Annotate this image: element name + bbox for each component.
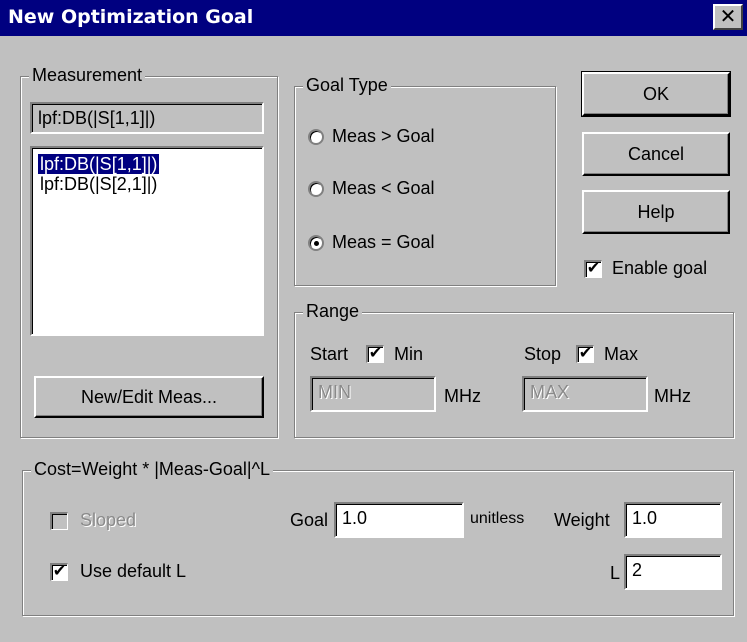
radio-meas-lt-goal-label: Meas < Goal <box>332 178 435 198</box>
help-label: Help <box>637 201 675 222</box>
radio-selected-dot <box>314 241 319 246</box>
sloped-label: Sloped <box>80 510 137 530</box>
cost-legend: Cost=Weight * |Meas-Goal|^L <box>31 459 274 480</box>
ok-label: OK <box>642 83 669 104</box>
max-checkbox[interactable]: ✔ <box>576 345 594 363</box>
cost-group: Cost=Weight * |Meas-Goal|^L <box>22 459 734 616</box>
list-item[interactable]: lpf:DB(|S[1,1]|) <box>36 153 161 175</box>
start-input[interactable]: MIN <box>310 376 436 412</box>
stop-input-value: MAX <box>530 382 570 402</box>
max-label: Max <box>604 344 639 364</box>
goal-label: Goal <box>290 510 329 530</box>
stop-input[interactable]: MAX <box>522 376 648 412</box>
current-measurement-text: lpf:DB(|S[1,1]|) <box>38 108 156 128</box>
start-unit-label: MHz <box>444 386 481 406</box>
close-button[interactable]: ✕ <box>713 4 743 30</box>
enable-goal-label: Enable goal <box>612 258 708 278</box>
goal-input-value: 1.0 <box>342 508 368 528</box>
title-bar: New Optimization Goal ✕ <box>0 0 747 36</box>
radio-meas-gt-goal-label: Meas > Goal <box>332 126 435 146</box>
radio-meas-eq-goal[interactable] <box>308 235 324 251</box>
goal-input[interactable]: 1.0 <box>334 502 464 538</box>
cancel-label: Cancel <box>627 143 685 164</box>
new-edit-meas-label: New/Edit Meas... <box>80 386 218 407</box>
enable-goal-checkbox[interactable]: ✔ <box>584 260 602 278</box>
current-measurement-field: lpf:DB(|S[1,1]|) <box>30 102 264 134</box>
weight-input[interactable]: 1.0 <box>624 502 722 538</box>
radio-meas-gt-goal[interactable] <box>308 129 324 145</box>
weight-label: Weight <box>554 510 610 530</box>
min-checkbox[interactable]: ✔ <box>366 345 384 363</box>
list-item[interactable]: lpf:DB(|S[2,1]|) <box>38 174 159 194</box>
start-input-value: MIN <box>318 382 351 402</box>
measurement-listbox[interactable]: lpf:DB(|S[1,1]|) lpf:DB(|S[2,1]|) <box>30 146 264 336</box>
l-input[interactable]: 2 <box>624 554 722 590</box>
stop-unit-label: MHz <box>654 386 691 406</box>
range-start-label: Start <box>310 344 349 364</box>
close-icon: ✕ <box>719 6 737 28</box>
sloped-checkbox[interactable] <box>50 512 68 530</box>
goal-unit-label: unitless <box>470 510 525 527</box>
ok-button[interactable]: OK <box>581 71 731 117</box>
use-default-l-label: Use default L <box>80 561 187 581</box>
help-button[interactable]: Help <box>582 190 730 234</box>
range-stop-label: Stop <box>524 344 562 364</box>
measurement-legend: Measurement <box>29 65 146 86</box>
use-default-l-checkbox[interactable]: ✔ <box>50 563 68 581</box>
radio-meas-eq-goal-label: Meas = Goal <box>332 232 435 252</box>
min-label: Min <box>394 344 424 364</box>
new-edit-meas-button[interactable]: New/Edit Meas... <box>34 376 264 418</box>
range-legend: Range <box>303 301 363 322</box>
l-input-value: 2 <box>632 560 643 580</box>
goal-type-legend: Goal Type <box>303 75 391 96</box>
weight-input-value: 1.0 <box>632 508 658 528</box>
window-title: New Optimization Goal <box>8 6 254 28</box>
l-label: L <box>610 563 621 583</box>
cancel-button[interactable]: Cancel <box>582 132 730 176</box>
range-group: Range <box>294 301 734 438</box>
radio-meas-lt-goal[interactable] <box>308 181 324 197</box>
